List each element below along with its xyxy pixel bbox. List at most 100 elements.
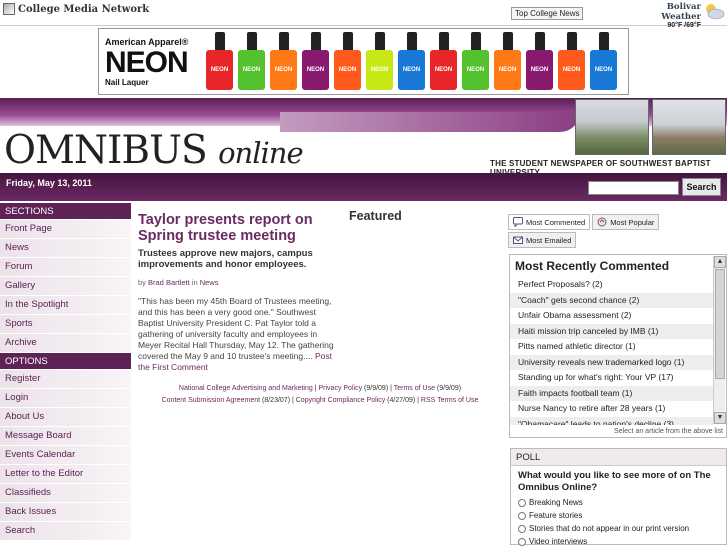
bottle-glass: NEON <box>334 49 361 90</box>
sidebar-item-search[interactable]: Search <box>0 522 131 541</box>
top-college-news-button[interactable]: Top College News <box>511 7 584 20</box>
featured-heading: Featured <box>349 209 402 223</box>
network-icon <box>3 3 15 15</box>
poll-option[interactable]: Feature stories <box>511 509 726 522</box>
footer-link-rss-terms[interactable]: RSS Terms of Use <box>421 397 478 404</box>
footer-link-content-submission[interactable]: Content Submission Agreement <box>162 397 260 404</box>
sidebar-item-forum[interactable]: Forum <box>0 258 131 277</box>
footer-date: (9/9/09) <box>362 385 389 392</box>
bottle-cap <box>438 31 449 50</box>
ad-brand-line2: NEON <box>105 45 189 79</box>
site-title-online: online <box>218 136 304 170</box>
poll-radio[interactable] <box>518 537 526 546</box>
bottle-glass: NEON <box>238 49 265 90</box>
campus-photo-tower <box>652 99 726 155</box>
article-section[interactable]: News <box>200 278 219 287</box>
bottle-cap <box>406 31 417 50</box>
article-author[interactable]: Brad Bartlett <box>148 278 190 287</box>
sidebar-item-sports[interactable]: Sports <box>0 315 131 334</box>
bottle-glass: NEON <box>558 49 585 90</box>
date-search-bar: Friday, May 13, 2011 Search <box>0 173 727 201</box>
footer-link-copyright[interactable]: Copyright Compliance Policy <box>296 397 385 404</box>
poll-option[interactable]: Breaking News <box>511 496 726 509</box>
bottle-glass: NEON <box>270 49 297 90</box>
ad-brand-line3: Nail Laquer <box>105 77 149 87</box>
sidebar-item-events-calendar[interactable]: Events Calendar <box>0 446 131 465</box>
bottle-glass: NEON <box>494 49 521 90</box>
article-excerpt: "This has been my 45th Board of Trustees… <box>138 296 334 361</box>
sidebar-item-front-page[interactable]: Front Page <box>0 220 131 239</box>
sidebar-item-back-issues[interactable]: Back Issues <box>0 503 131 522</box>
bottle-cap <box>534 31 545 50</box>
commented-article-link[interactable]: Standing up for what's right: Your VP (1… <box>510 370 714 386</box>
nail-polish-bottles: NEON NEON NEON NEON NEON NEON NEON NEON NEON NEON… <box>205 31 618 92</box>
byline-by: by <box>138 278 146 287</box>
poll-options: Breaking News Feature stories Stories that… <box>511 496 726 548</box>
bottle-glass: NEON <box>462 49 489 90</box>
sidebar-item-classifieds[interactable]: Classifieds <box>0 484 131 503</box>
sections-list: Front Page News Forum Gallery In the Spotlig… <box>0 220 131 353</box>
nail-polish-bottle: NEON <box>557 31 586 92</box>
college-media-network-logo[interactable]: College Media Network <box>3 3 149 15</box>
sidebar-item-archive[interactable]: Archive <box>0 334 131 353</box>
weather-widget[interactable]: Bolivar Weather 90°F /69°F <box>633 2 701 29</box>
commented-article-link[interactable]: "Obamacare" leads to nation's decline (3… <box>510 416 714 425</box>
sidebar-item-letter-to-the-editor[interactable]: Letter to the Editor <box>0 465 131 484</box>
top-bar: College Media Network Top College News B… <box>0 0 727 29</box>
commented-article-link[interactable]: Haiti mission trip canceled by IMB (1) <box>510 323 714 339</box>
commented-article-link[interactable]: Nurse Nancy to retire after 28 years (1) <box>510 401 714 417</box>
poll-radio[interactable] <box>518 524 526 533</box>
search-input[interactable] <box>588 181 679 195</box>
scrollbar-thumb[interactable] <box>715 269 725 379</box>
advertisement-banner[interactable]: American Apparel® NEON Nail Laquer NEON N… <box>98 28 629 95</box>
poll-option-label: Feature stories <box>529 511 583 520</box>
commented-article-link[interactable]: Pitts named athletic director (1) <box>510 339 714 355</box>
tab-most-popular[interactable]: Most Popular <box>592 214 660 230</box>
poll-panel: POLL What would you like to see more of … <box>510 448 727 548</box>
scroll-down-arrow-icon[interactable]: ▼ <box>714 412 726 424</box>
commented-article-link[interactable]: University reveals new trademarked logo … <box>510 354 714 370</box>
commented-article-link[interactable]: "Coach" gets second chance (2) <box>510 292 714 308</box>
campus-photo-flags <box>575 99 649 155</box>
partly-cloudy-icon <box>706 4 725 20</box>
search-button[interactable]: Search <box>682 178 721 196</box>
commented-article-link[interactable]: Faith impacts football team (1) <box>510 385 714 401</box>
footer-link-privacy[interactable]: Privacy Policy <box>319 385 363 392</box>
sidebar-item-in-the-spotlight[interactable]: In the Spotlight <box>0 296 131 315</box>
tab-most-commented[interactable]: Most Commented <box>508 214 591 230</box>
tab-most-emailed[interactable]: Most Emailed <box>508 232 577 248</box>
nail-polish-bottle: NEON <box>205 31 234 92</box>
sidebar-item-gallery[interactable]: Gallery <box>0 277 131 296</box>
sidebar-item-register[interactable]: Register <box>0 370 131 389</box>
commented-article-link[interactable]: Perfect Proposals? (2) <box>510 277 714 293</box>
poll-radio[interactable] <box>518 511 526 520</box>
poll-option[interactable]: Video interviews <box>511 535 726 548</box>
poll-option[interactable]: Stories that do not appear in our print … <box>511 522 726 535</box>
most-commented-title: Most Recently Commented <box>515 259 670 273</box>
sidebar-item-message-board[interactable]: Message Board <box>0 427 131 446</box>
nail-polish-bottle: NEON <box>461 31 490 92</box>
commented-article-link[interactable]: Unfair Obama assessment (2) <box>510 308 714 324</box>
sidebar-item-about-us[interactable]: About Us <box>0 408 131 427</box>
scroll-up-arrow-icon[interactable]: ▲ <box>714 256 726 268</box>
footer-link-advertising[interactable]: National College Advertising and Marketi… <box>179 385 313 392</box>
sidebar-item-login[interactable]: Login <box>0 389 131 408</box>
weather-city[interactable]: Bolivar Weather <box>633 2 701 22</box>
email-icon <box>513 236 523 244</box>
bottle-cap <box>470 31 481 50</box>
footer-date: (8/23/07) <box>260 397 291 404</box>
footer-link-terms[interactable]: Terms of Use <box>394 385 435 392</box>
comment-icon <box>513 217 523 227</box>
nail-polish-bottle: NEON <box>525 31 554 92</box>
right-column: Most Commented Most Popular Most Emailed… <box>508 214 727 438</box>
article-title[interactable]: Taylor presents report on Spring trustee… <box>138 212 338 244</box>
bottle-glass: NEON <box>590 49 617 90</box>
poll-radio[interactable] <box>518 498 526 507</box>
sidebar-item-news[interactable]: News <box>0 239 131 258</box>
bottle-glass: NEON <box>430 49 457 90</box>
nail-polish-bottle: NEON <box>589 31 618 92</box>
most-commented-list: Perfect Proposals? (2) "Coach" gets secon… <box>510 277 714 425</box>
nail-polish-bottle: NEON <box>397 31 426 92</box>
site-logo[interactable]: OMNIBUS online <box>4 128 304 173</box>
list-scrollbar[interactable]: ▲ ▼ <box>713 256 726 424</box>
